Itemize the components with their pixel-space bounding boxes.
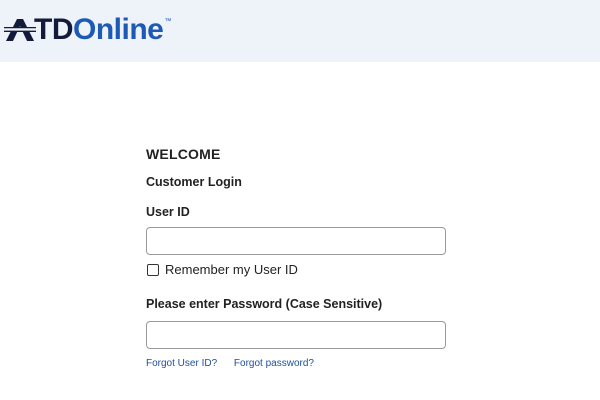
welcome-heading: WELCOME (146, 146, 221, 162)
password-label: Please enter Password (Case Sensitive) (146, 297, 383, 311)
userid-label: User ID (146, 205, 190, 219)
logo-online-text: Online (73, 13, 164, 46)
atd-online-logo[interactable]: TDOnline ™ (4, 14, 171, 46)
logo-td-text: TD (34, 13, 74, 46)
userid-input[interactable] (146, 227, 446, 255)
logo-trademark: ™ (164, 18, 172, 25)
header-bar: TDOnline ™ (0, 0, 600, 62)
logo-wordmark: TDOnline (34, 13, 164, 46)
forgot-password-link[interactable]: Forgot password? (234, 358, 314, 369)
remember-userid-label[interactable]: Remember my User ID (165, 262, 298, 277)
customer-login-heading: Customer Login (146, 175, 242, 189)
atd-a-mark-icon (4, 19, 36, 41)
remember-userid-row[interactable]: Remember my User ID (146, 262, 298, 277)
password-input[interactable] (146, 321, 446, 349)
remember-userid-checkbox[interactable] (147, 263, 159, 276)
forgot-userid-link[interactable]: Forgot User ID? (146, 358, 217, 369)
help-links: Forgot User ID? Forgot password? (146, 358, 314, 369)
